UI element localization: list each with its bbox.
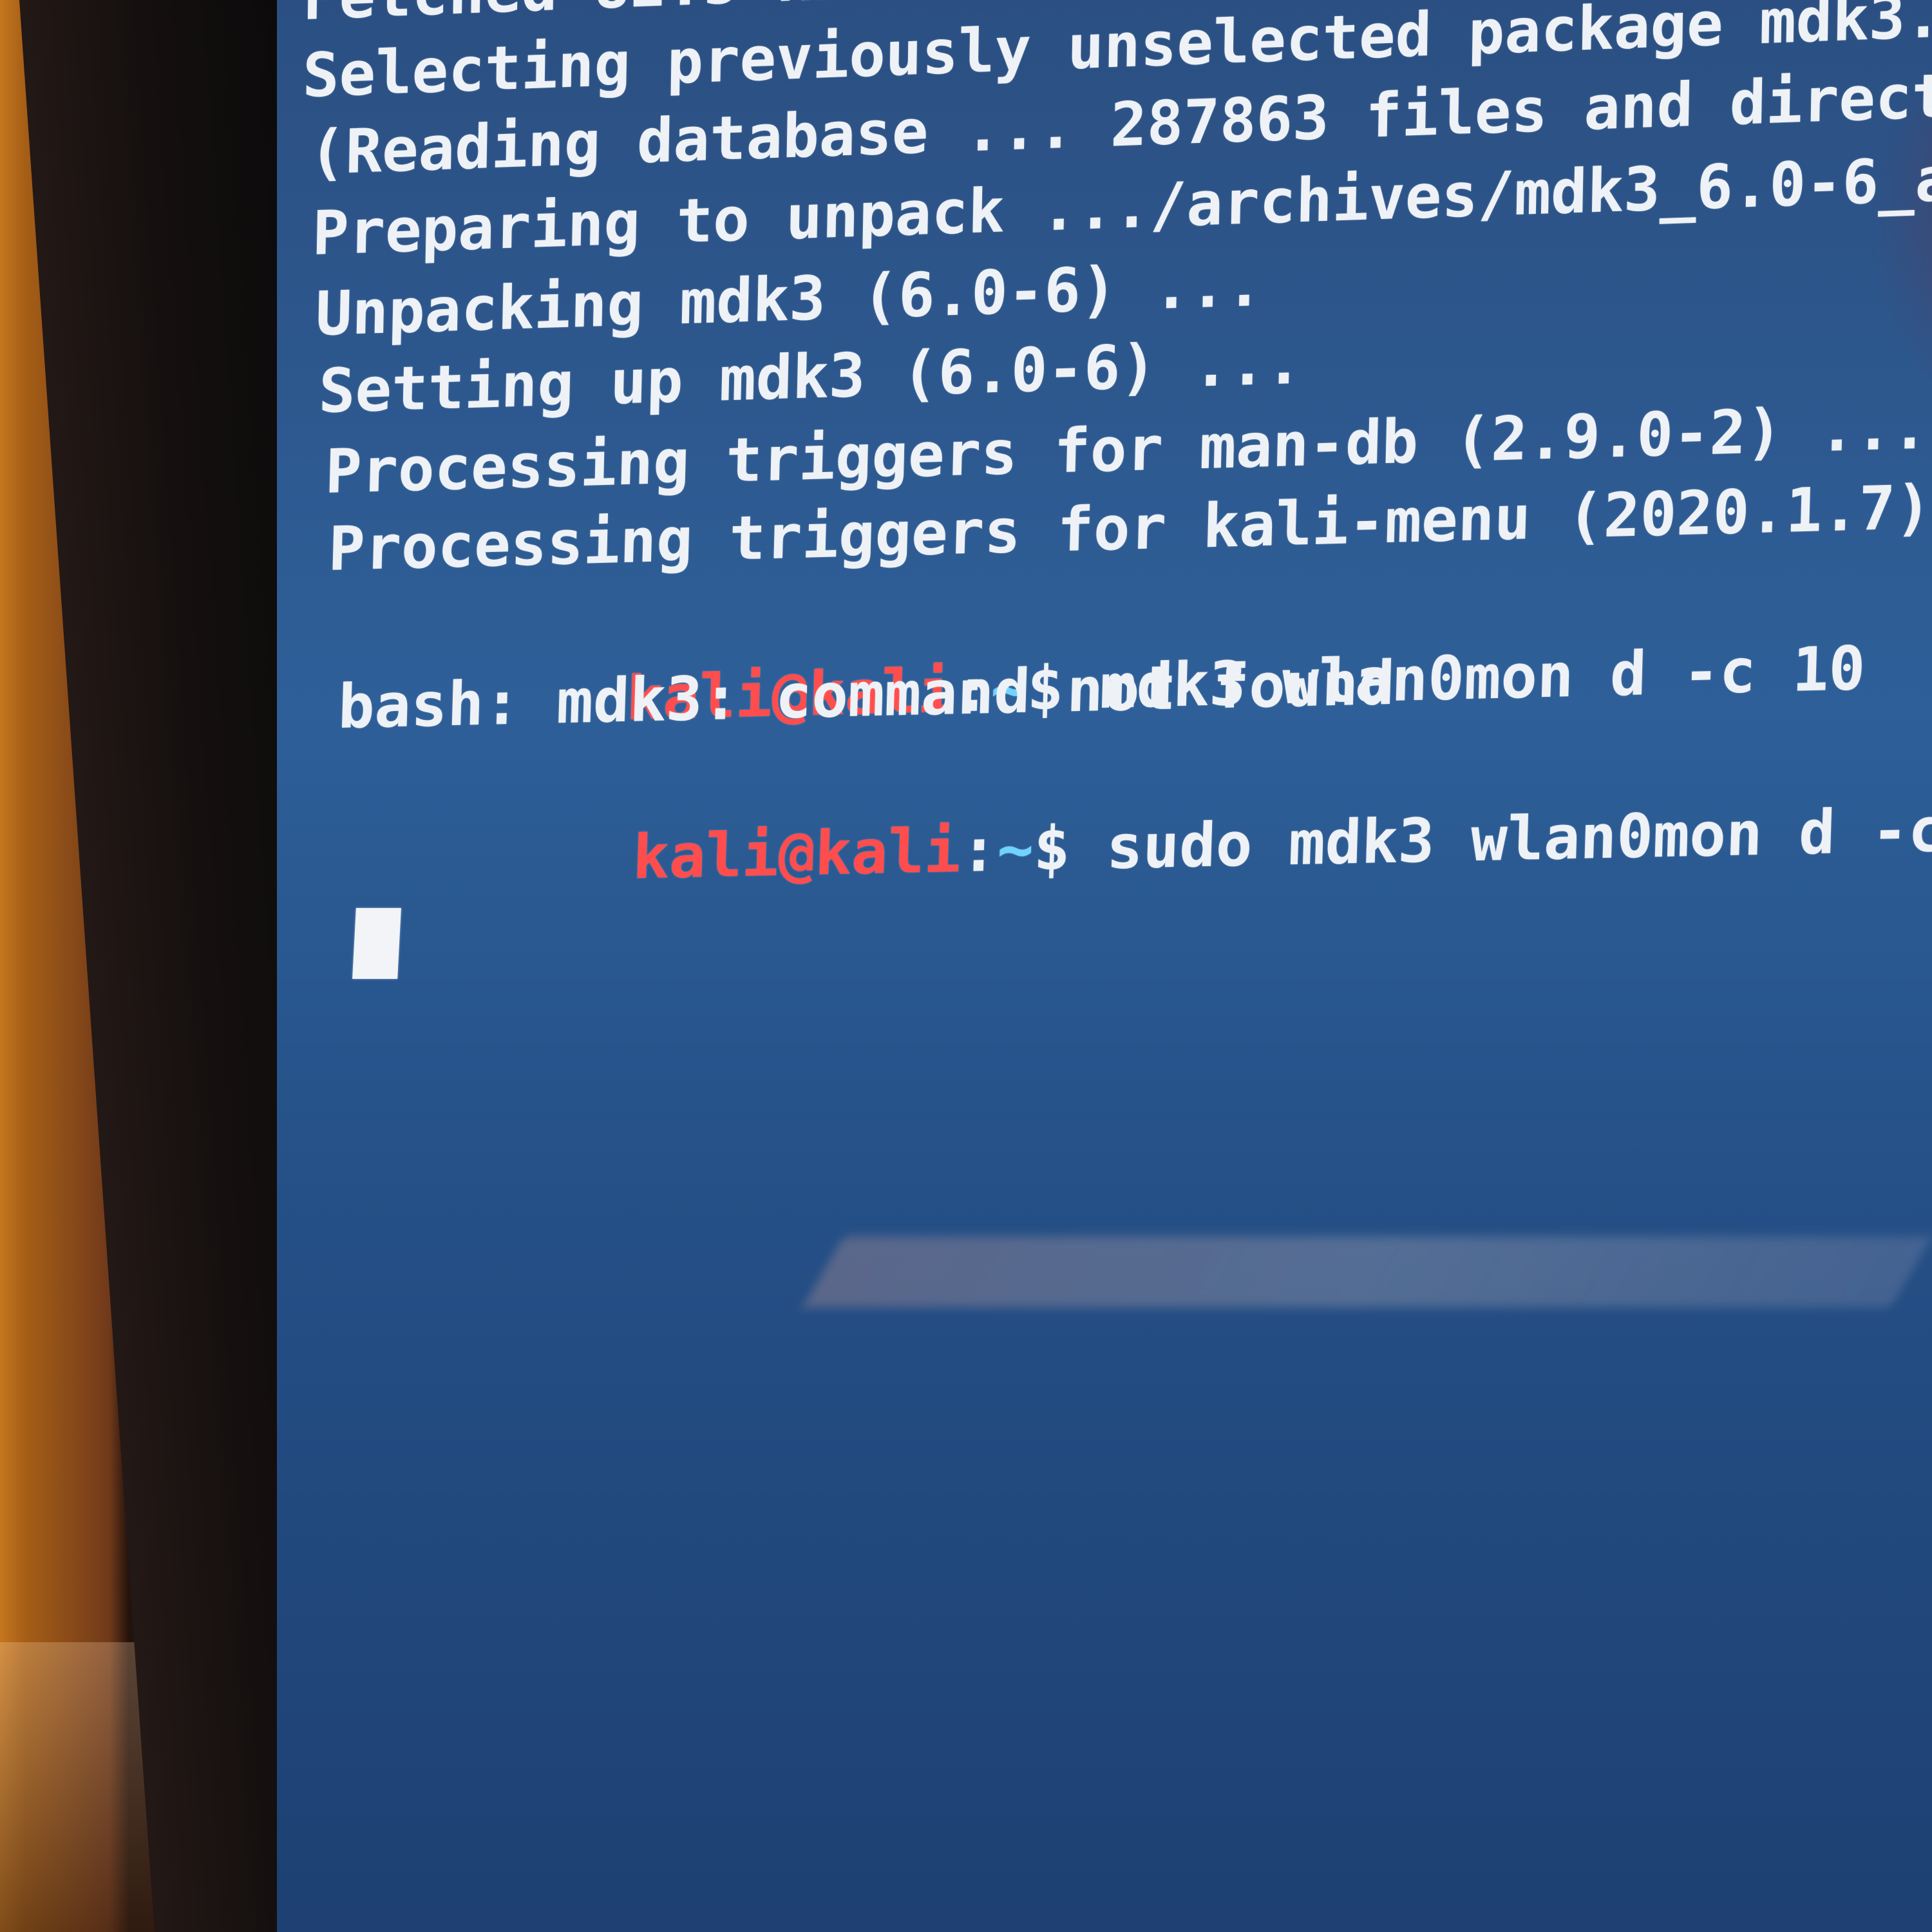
terminal-window[interactable]: Fetched 82.5 kB in 3s (24.0 kB/s) Select… — [277, 0, 1932, 1932]
prompt-symbol: $ — [1032, 813, 1072, 885]
prompt-path: ~ — [996, 814, 1035, 886]
prompt-separator: : — [960, 815, 999, 886]
text-cursor[interactable] — [352, 908, 401, 979]
prompt-line: kali@kali:~$ sudo mdk3 wlan0mon d -c 10 — [337, 714, 1932, 978]
command-text: sudo mdk3 wlan0mon d -c 10 — [1105, 795, 1932, 884]
terminal-output[interactable]: Fetched 82.5 kB in 3s (24.0 kB/s) Select… — [277, 0, 1932, 1932]
prompt-user-host: kali@kali — [631, 815, 962, 893]
photo-scene: Fetched 82.5 kB in 3s (24.0 kB/s) Select… — [0, 0, 1932, 1932]
